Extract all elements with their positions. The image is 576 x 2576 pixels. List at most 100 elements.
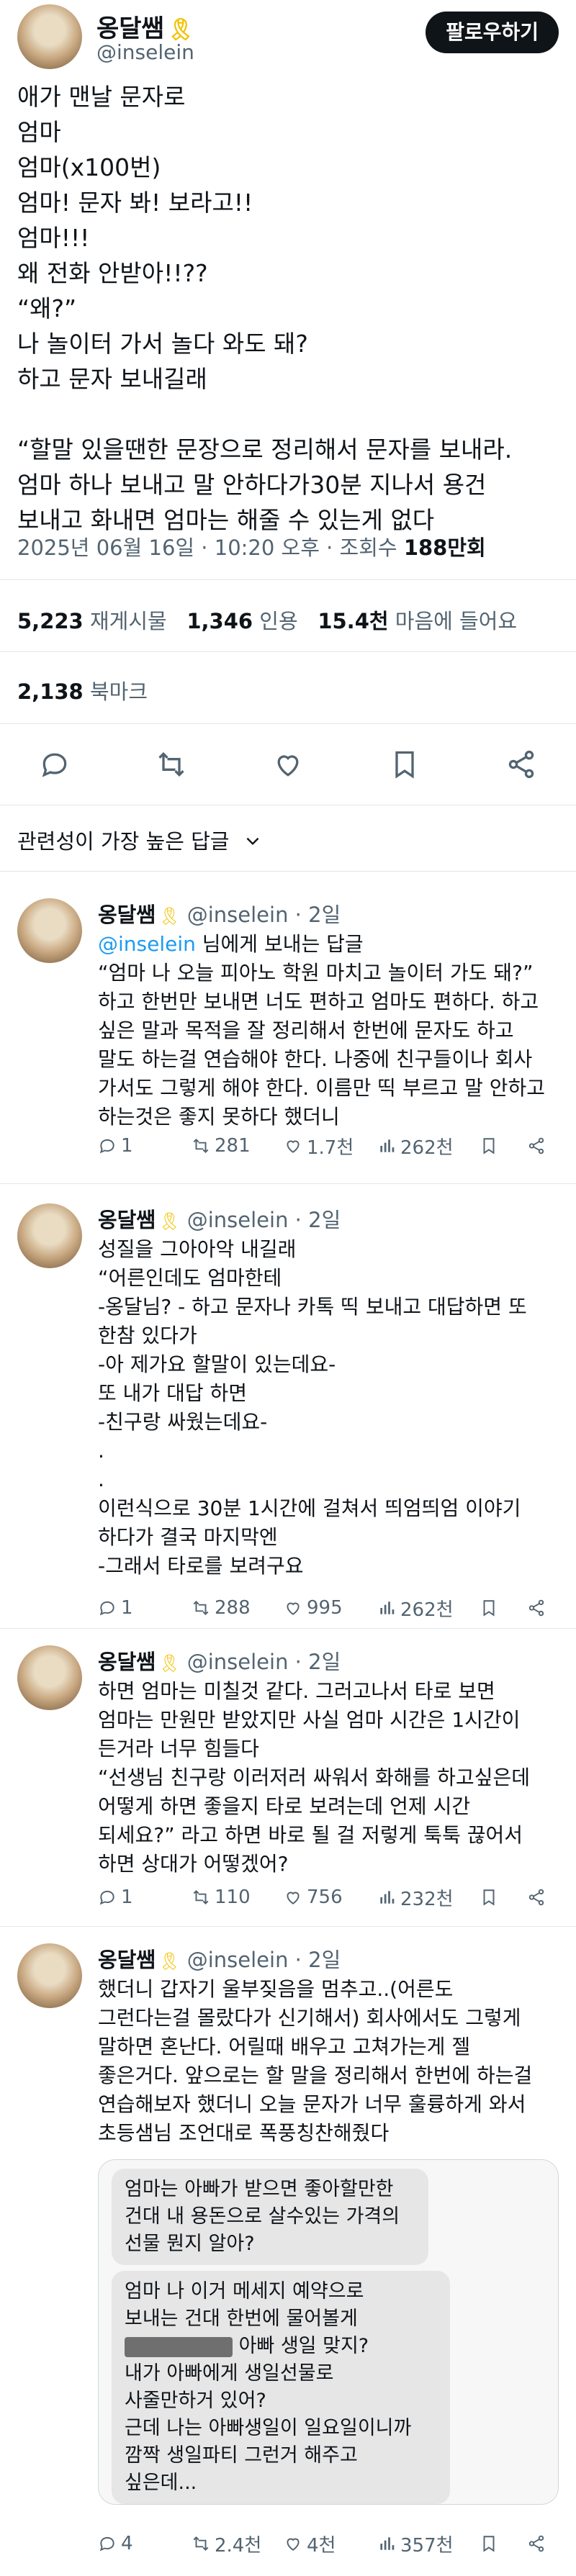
post-action-bar <box>0 741 576 787</box>
follow-button[interactable]: 팔로우하기 <box>426 12 559 53</box>
bookmark-button[interactable] <box>480 1881 503 1913</box>
bubble-line: 내가 아빠에게 생일선물로 <box>125 2362 334 2385</box>
views-button[interactable]: 262천 <box>377 1130 454 1162</box>
divider <box>0 1628 576 1629</box>
bubble-line: 엄마는 아빠가 받으면 좋아할만한 <box>125 2178 394 2200</box>
reply-line: 말하면 혼난다. 어릴때 배우고 고쳐가는게 젤 <box>98 2035 471 2058</box>
reply-avatar[interactable] <box>17 898 82 963</box>
chevron-down-icon <box>243 831 262 855</box>
reply-line: 초등샘님 조언대로 폭풍칭찬해줬다 <box>98 2121 390 2145</box>
divider <box>0 723 576 724</box>
bookmark-button[interactable] <box>480 2528 503 2559</box>
reply-header: 옹달쌤 🎗 @inselein · 2일 <box>98 1203 341 1234</box>
reply-item[interactable]: 옹달쌤 🎗 @inselein · 2일 하면 엄마는 미칠것 같다. 그러고나서… <box>0 1645 576 1912</box>
reply-count: 1 <box>121 1886 133 1908</box>
reply-item[interactable]: 옹달쌤 🎗 @inselein · 2일 성질을 그아아악 내길래 “어른인데도 … <box>0 1203 576 1635</box>
reply-item[interactable]: 옹달쌤 🎗 @inselein · 2일 했더니 갑자기 울부짖음을 멈추고..(… <box>0 1943 576 2570</box>
repost-button[interactable]: 281 <box>192 1130 251 1162</box>
reply-line: 하다가 결국 마지막엔 <box>98 1525 278 1549</box>
reply-item[interactable]: 옹달쌤 🎗 @inselein · 2일 @inselein 님에게 보내는 답글… <box>0 898 576 1172</box>
views-button[interactable]: 262천 <box>377 1592 454 1624</box>
reply-avatar[interactable] <box>17 1203 82 1268</box>
post-timestamp[interactable]: 2025년 06월 16일 · 10:20 오후 · 조회수 188만회 <box>17 531 486 561</box>
reply-author-name[interactable]: 옹달쌤 <box>98 1208 156 1232</box>
like-count: 1.7천 <box>307 1136 354 1159</box>
repost-count: 2.4천 <box>215 2534 262 2557</box>
reply-line: 하고 한번만 보내면 너도 편하고 엄마도 편하다. 하고 <box>98 990 539 1013</box>
like-button[interactable]: 4천 <box>284 2528 336 2559</box>
divider <box>0 1926 576 1927</box>
views-button[interactable]: 357천 <box>377 2528 454 2559</box>
view-count: 188만회 <box>403 535 486 560</box>
share-button[interactable] <box>527 1592 550 1624</box>
reply-author-name[interactable]: 옹달쌤 <box>98 1948 156 1972</box>
reply-button[interactable]: 1 <box>98 1881 133 1913</box>
repost-button[interactable]: 2.4천 <box>192 2528 261 2559</box>
like-button[interactable]: 1.7천 <box>284 1130 354 1162</box>
reply-sort-dropdown[interactable]: 관련성이 가장 높은 답글 <box>17 825 262 855</box>
reply-to-line: @inselein 님에게 보내는 답글 <box>98 930 559 959</box>
reply-author-name[interactable]: 옹달쌤 <box>98 1650 156 1674</box>
repost-label[interactable]: 재게시물 <box>90 609 167 633</box>
author-avatar[interactable] <box>17 4 82 69</box>
reply-avatar[interactable] <box>17 1943 82 2008</box>
reply-button[interactable]: 1 <box>98 1130 133 1162</box>
repost-button[interactable]: 288 <box>192 1592 251 1624</box>
mention-link[interactable]: @inselein <box>98 932 196 956</box>
post-header: 옹달쌤 🎗 @inselein 팔로우하기 <box>17 4 559 69</box>
reply-line: 하면 엄마는 미칠것 같다. 그러고나서 타로 보면 <box>98 1679 495 1703</box>
repost-button[interactable]: 110 <box>192 1881 251 1913</box>
yellow-ribbon-icon: 🎗 <box>158 906 181 926</box>
share-button[interactable] <box>527 1130 550 1162</box>
share-button[interactable] <box>527 1881 550 1913</box>
repost-icon[interactable] <box>148 741 194 787</box>
reply-handle[interactable]: @inselein <box>187 1208 289 1232</box>
like-button[interactable]: 756 <box>284 1881 343 1913</box>
like-count[interactable]: 15.4천 <box>318 609 388 633</box>
author-display-name[interactable]: 옹달쌤 🎗 <box>96 9 194 44</box>
reply-button[interactable]: 1 <box>98 1592 133 1624</box>
bubble-line: 선물 뭔지 알아? <box>125 2233 255 2255</box>
repost-count[interactable]: 5,223 <box>17 609 84 633</box>
reply-author-name[interactable]: 옹달쌤 <box>98 903 156 927</box>
reply-button[interactable]: 4 <box>98 2528 133 2559</box>
divider <box>0 1183 576 1184</box>
engagement-stats: 5,223 재게시물 1,346 인용 15.4천 마음에 들어요 <box>17 605 517 635</box>
bookmark-stats[interactable]: 2,138 북마크 <box>17 675 148 705</box>
attached-image[interactable]: 엄마는 아빠가 받으면 좋아할만한 건대 내 용돈으로 살수있는 가격의 선물 … <box>98 2159 559 2505</box>
reply-icon[interactable] <box>32 741 78 787</box>
bookmark-button[interactable] <box>480 1130 503 1162</box>
reply-handle[interactable]: @inselein <box>187 1650 289 1674</box>
reply-header: 옹달쌤 🎗 @inselein · 2일 <box>98 898 341 928</box>
share-button[interactable] <box>527 2528 550 2559</box>
quote-count[interactable]: 1,346 <box>186 609 253 633</box>
reply-avatar[interactable] <box>17 1645 82 1710</box>
share-icon[interactable] <box>498 741 544 787</box>
bookmark-button[interactable] <box>480 1592 503 1624</box>
post-body: 애가 맨날 문자로 엄마 엄마(x100번) 엄마! 문자 봐! 보라고!! 엄… <box>17 79 564 538</box>
views-icon <box>380 1891 395 1904</box>
like-icon <box>287 2538 300 2551</box>
reply-body: 하면 엄마는 미칠것 같다. 그러고나서 타로 보면 엄마는 만원만 받았지만 … <box>98 1677 559 1879</box>
author-handle[interactable]: @inselein <box>96 40 194 64</box>
reply-handle[interactable]: @inselein <box>187 903 289 927</box>
bookmark-icon[interactable] <box>382 741 428 787</box>
bookmark-icon <box>483 2536 495 2552</box>
reply-handle[interactable]: @inselein <box>187 1948 289 1972</box>
like-label[interactable]: 마음에 들어요 <box>395 609 517 633</box>
reply-line: . <box>98 1439 104 1463</box>
like-count: 4천 <box>307 2534 336 2557</box>
views-icon <box>380 1139 395 1152</box>
reply-count: 4 <box>121 2533 133 2554</box>
yellow-ribbon-icon: 🎗 <box>158 1951 181 1971</box>
like-button[interactable]: 995 <box>284 1592 343 1624</box>
reply-icon <box>99 1601 114 1616</box>
post-line: “할말 있을땐한 문장으로 정리해서 문자를 보내라. <box>17 435 513 464</box>
reply-line: 든거라 너무 힘들다 <box>98 1737 259 1761</box>
like-icon[interactable] <box>265 741 311 787</box>
quote-label[interactable]: 인용 <box>259 609 297 633</box>
reply-body: 했더니 갑자기 울부짖음을 멈추고..(어른도 그런다는걸 몰랐다가 신기해서)… <box>98 1975 559 2148</box>
reply-line: 되세요?” 라고 하면 바로 될 걸 저렇게 툭툭 끊어서 <box>98 1823 523 1847</box>
views-button[interactable]: 232천 <box>377 1881 454 1913</box>
yellow-ribbon-icon: 🎗 <box>158 1211 181 1231</box>
